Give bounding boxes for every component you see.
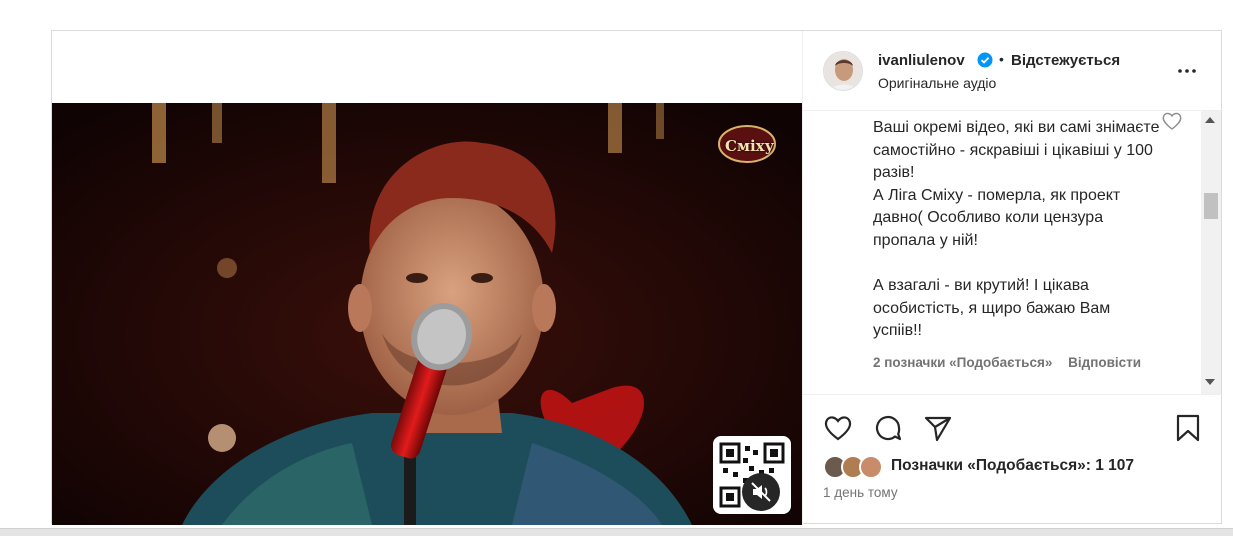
- bookmark-outline-icon[interactable]: [1173, 413, 1203, 443]
- scroll-down-arrow-icon[interactable]: [1205, 379, 1215, 385]
- follow-status-button[interactable]: Відстежується: [1011, 52, 1120, 69]
- speech-bubble-icon[interactable]: [873, 413, 903, 443]
- comment-likes-count[interactable]: 2 позначки «Подобається»: [873, 355, 1052, 370]
- username-link[interactable]: ivanliulenov: [878, 52, 965, 69]
- reply-button[interactable]: Відповісти: [1068, 355, 1141, 370]
- post-details-panel: ivanliulenov • Відстежується Оригінальне…: [802, 31, 1223, 525]
- show-logo: Сміху: [717, 121, 777, 167]
- avatar[interactable]: [823, 51, 863, 91]
- heart-outline-icon[interactable]: [823, 413, 853, 443]
- liker-avatars[interactable]: [823, 455, 889, 479]
- scroll-up-arrow-icon[interactable]: [1205, 117, 1215, 123]
- comments-list: Ваші окремі відео, які ви самі знімаєте …: [803, 111, 1223, 395]
- post-timestamp[interactable]: 1 день тому: [823, 485, 898, 500]
- video-player[interactable]: Сміху: [52, 103, 802, 525]
- comment-heart-icon[interactable]: [1161, 111, 1183, 131]
- bottom-divider: [0, 528, 1233, 536]
- video-frame: [52, 103, 802, 525]
- speaker-muted-icon: [751, 482, 771, 502]
- post-card: Сміху ivanliulenov • Відстежується Оригі…: [51, 30, 1223, 525]
- comment-text: Ваші окремі відео, які ви самі знімаєте …: [873, 119, 1160, 340]
- media-column: Сміху: [52, 31, 802, 525]
- scroll-thumb[interactable]: [1204, 193, 1218, 219]
- avatar: [859, 455, 883, 479]
- separator-dot: •: [999, 51, 1004, 67]
- mute-toggle-button[interactable]: [742, 473, 780, 511]
- verified-badge-icon: [977, 52, 993, 68]
- post-header: ivanliulenov • Відстежується Оригінальне…: [803, 31, 1223, 111]
- paper-plane-icon[interactable]: [923, 413, 953, 443]
- post-actions: Позначки «Подобається»: 1 107 1 день том…: [803, 395, 1223, 525]
- more-horizontal-icon[interactable]: [1175, 59, 1199, 83]
- likes-count-link[interactable]: Позначки «Подобається»: 1 107: [891, 457, 1134, 475]
- comments-scrollbar[interactable]: [1201, 111, 1221, 394]
- comment-meta: 2 позначки «Подобається» Відповісти: [873, 355, 1141, 370]
- original-audio-link[interactable]: Оригінальне аудіо: [878, 75, 996, 91]
